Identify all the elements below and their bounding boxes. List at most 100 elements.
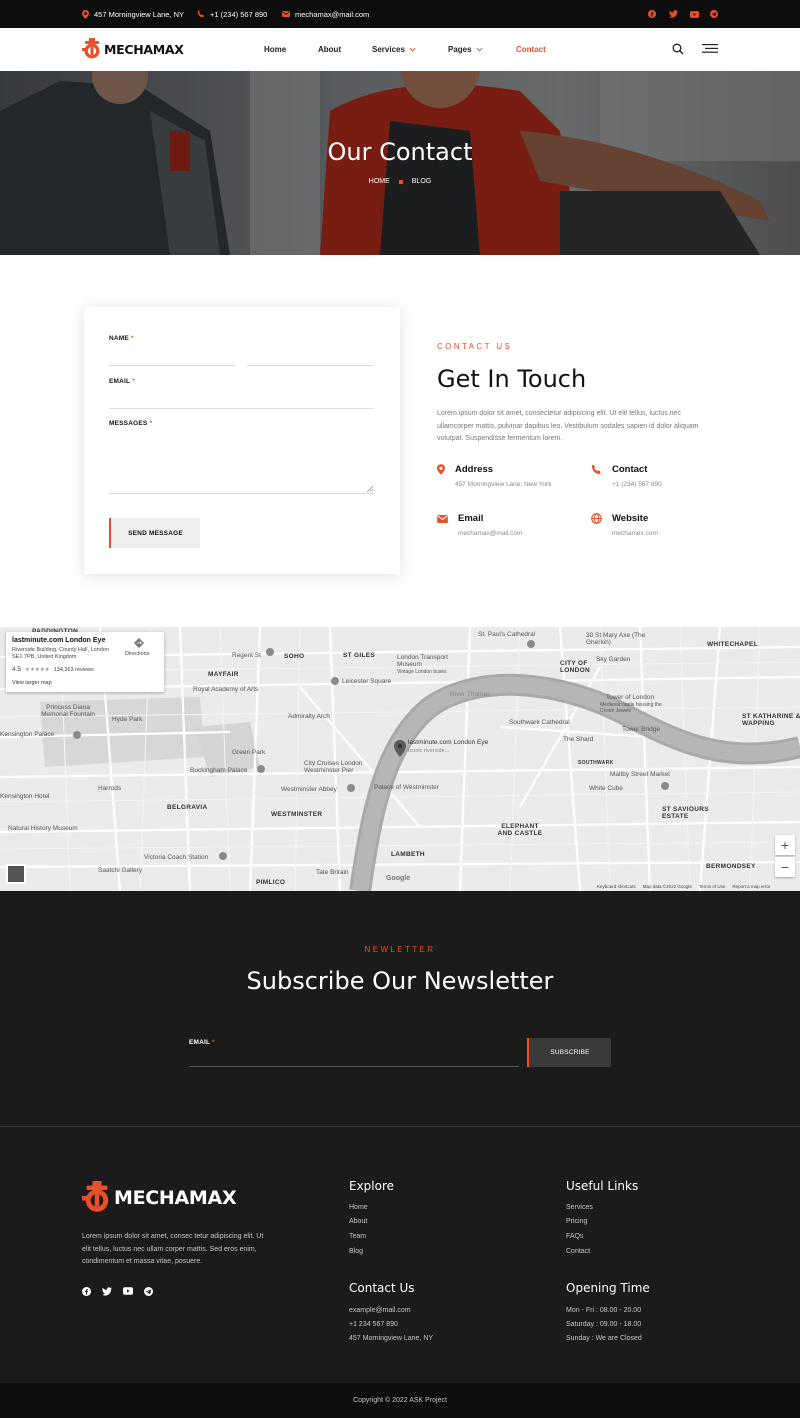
website-value[interactable]: mechamex.com xyxy=(612,530,658,537)
map-poi-icon[interactable] xyxy=(257,765,265,773)
footer-link-contact[interactable]: Contact xyxy=(566,1248,590,1255)
nav-pages-label: Pages xyxy=(448,45,472,54)
youtube-icon[interactable] xyxy=(123,1287,133,1295)
nav-home[interactable]: Home xyxy=(264,28,286,71)
contact-title: Contact xyxy=(612,464,648,475)
topbar-address-text: 457 Morningview Lane, NY xyxy=(94,9,185,19)
map-place-card: lastminute.com London Eye Riverside Buil… xyxy=(6,632,164,692)
topbar-phone[interactable]: +1 (234) 567 890 xyxy=(197,0,267,28)
footer-contact-phone[interactable]: +1 234 567 890 xyxy=(349,1321,398,1328)
map-label-white-cube: White Cube xyxy=(589,785,623,792)
email-label: EMAIL * xyxy=(109,378,135,385)
breadcrumb-current: BLOG xyxy=(411,178,432,185)
map-label-saatchi: Saatchi Gallery xyxy=(98,867,143,874)
map-label-hotel: Kensington Hotel xyxy=(0,793,50,800)
map-label-westminster-pier: City Cruises London Westminster Pier xyxy=(304,760,363,774)
view-larger-map-link[interactable]: View larger map xyxy=(12,680,52,686)
footer-contact-email[interactable]: example@mail.com xyxy=(349,1307,411,1314)
breadcrumb: HOME BLOG xyxy=(0,178,800,185)
telegram-icon[interactable] xyxy=(707,7,721,21)
map-attribution: Keyboard shortcuts Map data ©2022 Google… xyxy=(597,884,770,889)
first-name-field[interactable] xyxy=(109,365,235,366)
map-poi-icon[interactable] xyxy=(219,852,227,860)
map-label-tate: Tate Britain xyxy=(316,869,349,876)
footer-logo[interactable]: MECHAMAX xyxy=(82,1180,237,1215)
footer-link-blog[interactable]: Blog xyxy=(349,1248,363,1255)
nav-pages[interactable]: Pages xyxy=(448,28,483,71)
map-label-regent-st: Regent St xyxy=(232,652,261,659)
brand-logo-text: MECHAMAX xyxy=(104,41,184,57)
address-title: Address xyxy=(455,464,494,475)
facebook-icon[interactable] xyxy=(82,1287,91,1296)
footer-link-home[interactable]: Home xyxy=(349,1204,368,1211)
brand-logo[interactable]: MECHAMAX xyxy=(82,38,184,60)
footer-link-about[interactable]: About xyxy=(349,1218,367,1225)
map-label-green-park: Green Park xyxy=(232,749,266,756)
nav-home-label: Home xyxy=(264,45,287,54)
map-poi-icon[interactable] xyxy=(527,640,535,648)
newsletter-email-input[interactable] xyxy=(189,1066,519,1067)
map-label-harrods: Harrods xyxy=(98,785,122,792)
nav-services[interactable]: Services xyxy=(372,28,416,71)
map-label-southwark: SOUTHWARK xyxy=(578,760,614,766)
twitter-icon[interactable] xyxy=(666,7,680,21)
nav-about[interactable]: About xyxy=(318,28,341,71)
footer-link-services[interactable]: Services xyxy=(566,1204,593,1211)
newsletter-title: Subscribe Our Newsletter xyxy=(246,967,554,995)
map-zoom-in-button[interactable]: + xyxy=(775,835,795,855)
last-name-field[interactable] xyxy=(247,365,373,366)
breadcrumb-home[interactable]: HOME xyxy=(369,178,390,185)
message-textarea[interactable] xyxy=(109,493,373,494)
reviews-link[interactable]: 134,363 reviews xyxy=(54,667,94,673)
email-field[interactable] xyxy=(109,408,373,409)
map-label-the-shard: The Shard xyxy=(563,736,594,743)
map-data-text: Map data ©2022 Google xyxy=(642,884,692,889)
map-poi-icon[interactable] xyxy=(73,731,81,739)
map-poi-icon[interactable] xyxy=(661,782,669,790)
map-label-elephant: ELEPHANT AND CASTLE xyxy=(497,823,543,837)
site-header: MECHAMAX Home About Services Pages Conta… xyxy=(0,28,800,71)
map-label-admiralty-arch: Admiralty Arch xyxy=(288,713,330,720)
map-label-pimlico: PIMLICO xyxy=(256,879,286,886)
map-label-westminster-abbey: Westminster Abbey xyxy=(281,786,337,793)
subscribe-button[interactable]: SUBSCRIBE xyxy=(527,1038,611,1067)
facebook-icon[interactable] xyxy=(645,7,659,21)
contact-value[interactable]: +1 (234) 567 890 xyxy=(612,481,662,488)
directions-label[interactable]: Directions xyxy=(125,651,149,657)
map-label-buckingham: Buckingham Palace xyxy=(190,767,248,774)
youtube-icon[interactable] xyxy=(687,7,701,21)
map-satellite-toggle[interactable] xyxy=(6,864,26,884)
search-icon[interactable] xyxy=(672,43,684,55)
copyright-text: Copyright © 2022 ASK Project xyxy=(353,1397,447,1404)
address-value: 457 Morningview Lane, New York xyxy=(455,481,552,488)
map-poi-icon[interactable] xyxy=(266,648,274,656)
useful-links-heading: Useful Links xyxy=(566,1179,639,1193)
telegram-icon[interactable] xyxy=(144,1287,153,1296)
directions-icon[interactable] xyxy=(134,638,144,648)
hours-sunday: Sunday : We are Closed xyxy=(566,1335,642,1342)
footer-link-team[interactable]: Team xyxy=(349,1233,366,1240)
phone-icon xyxy=(591,464,602,475)
report-error-link[interactable]: Report a map error xyxy=(732,884,770,889)
email-title: Email xyxy=(458,513,484,524)
keyboard-shortcuts-link[interactable]: Keyboard shortcuts xyxy=(597,884,636,889)
twitter-icon[interactable] xyxy=(102,1287,112,1296)
contact-eyebrow: CONTACT US xyxy=(437,342,513,351)
footer-link-pricing[interactable]: Pricing xyxy=(566,1218,587,1225)
map-zoom-out-button[interactable]: − xyxy=(775,857,795,877)
hamburger-menu-icon[interactable] xyxy=(702,44,718,53)
email-value[interactable]: mechamax@mail.com xyxy=(458,530,522,537)
map-poi-icon[interactable] xyxy=(331,677,339,685)
send-message-button[interactable]: SEND MESSAGE xyxy=(109,518,200,548)
location-pin-icon xyxy=(82,9,89,19)
topbar-email[interactable]: mechamax@mail.com xyxy=(282,0,369,28)
map-label-st-giles: ST GILES xyxy=(343,652,376,659)
resize-handle-icon[interactable] xyxy=(367,486,373,492)
map-poi-icon[interactable] xyxy=(347,784,355,792)
footer-social xyxy=(82,1287,153,1296)
nav-contact[interactable]: Contact xyxy=(516,28,546,71)
map-marker-sub: Iconic riverside... xyxy=(408,748,450,754)
map-marker-icon[interactable] xyxy=(394,740,406,757)
terms-link[interactable]: Terms of Use xyxy=(699,884,726,889)
footer-link-faqs[interactable]: FAQs xyxy=(566,1233,584,1240)
